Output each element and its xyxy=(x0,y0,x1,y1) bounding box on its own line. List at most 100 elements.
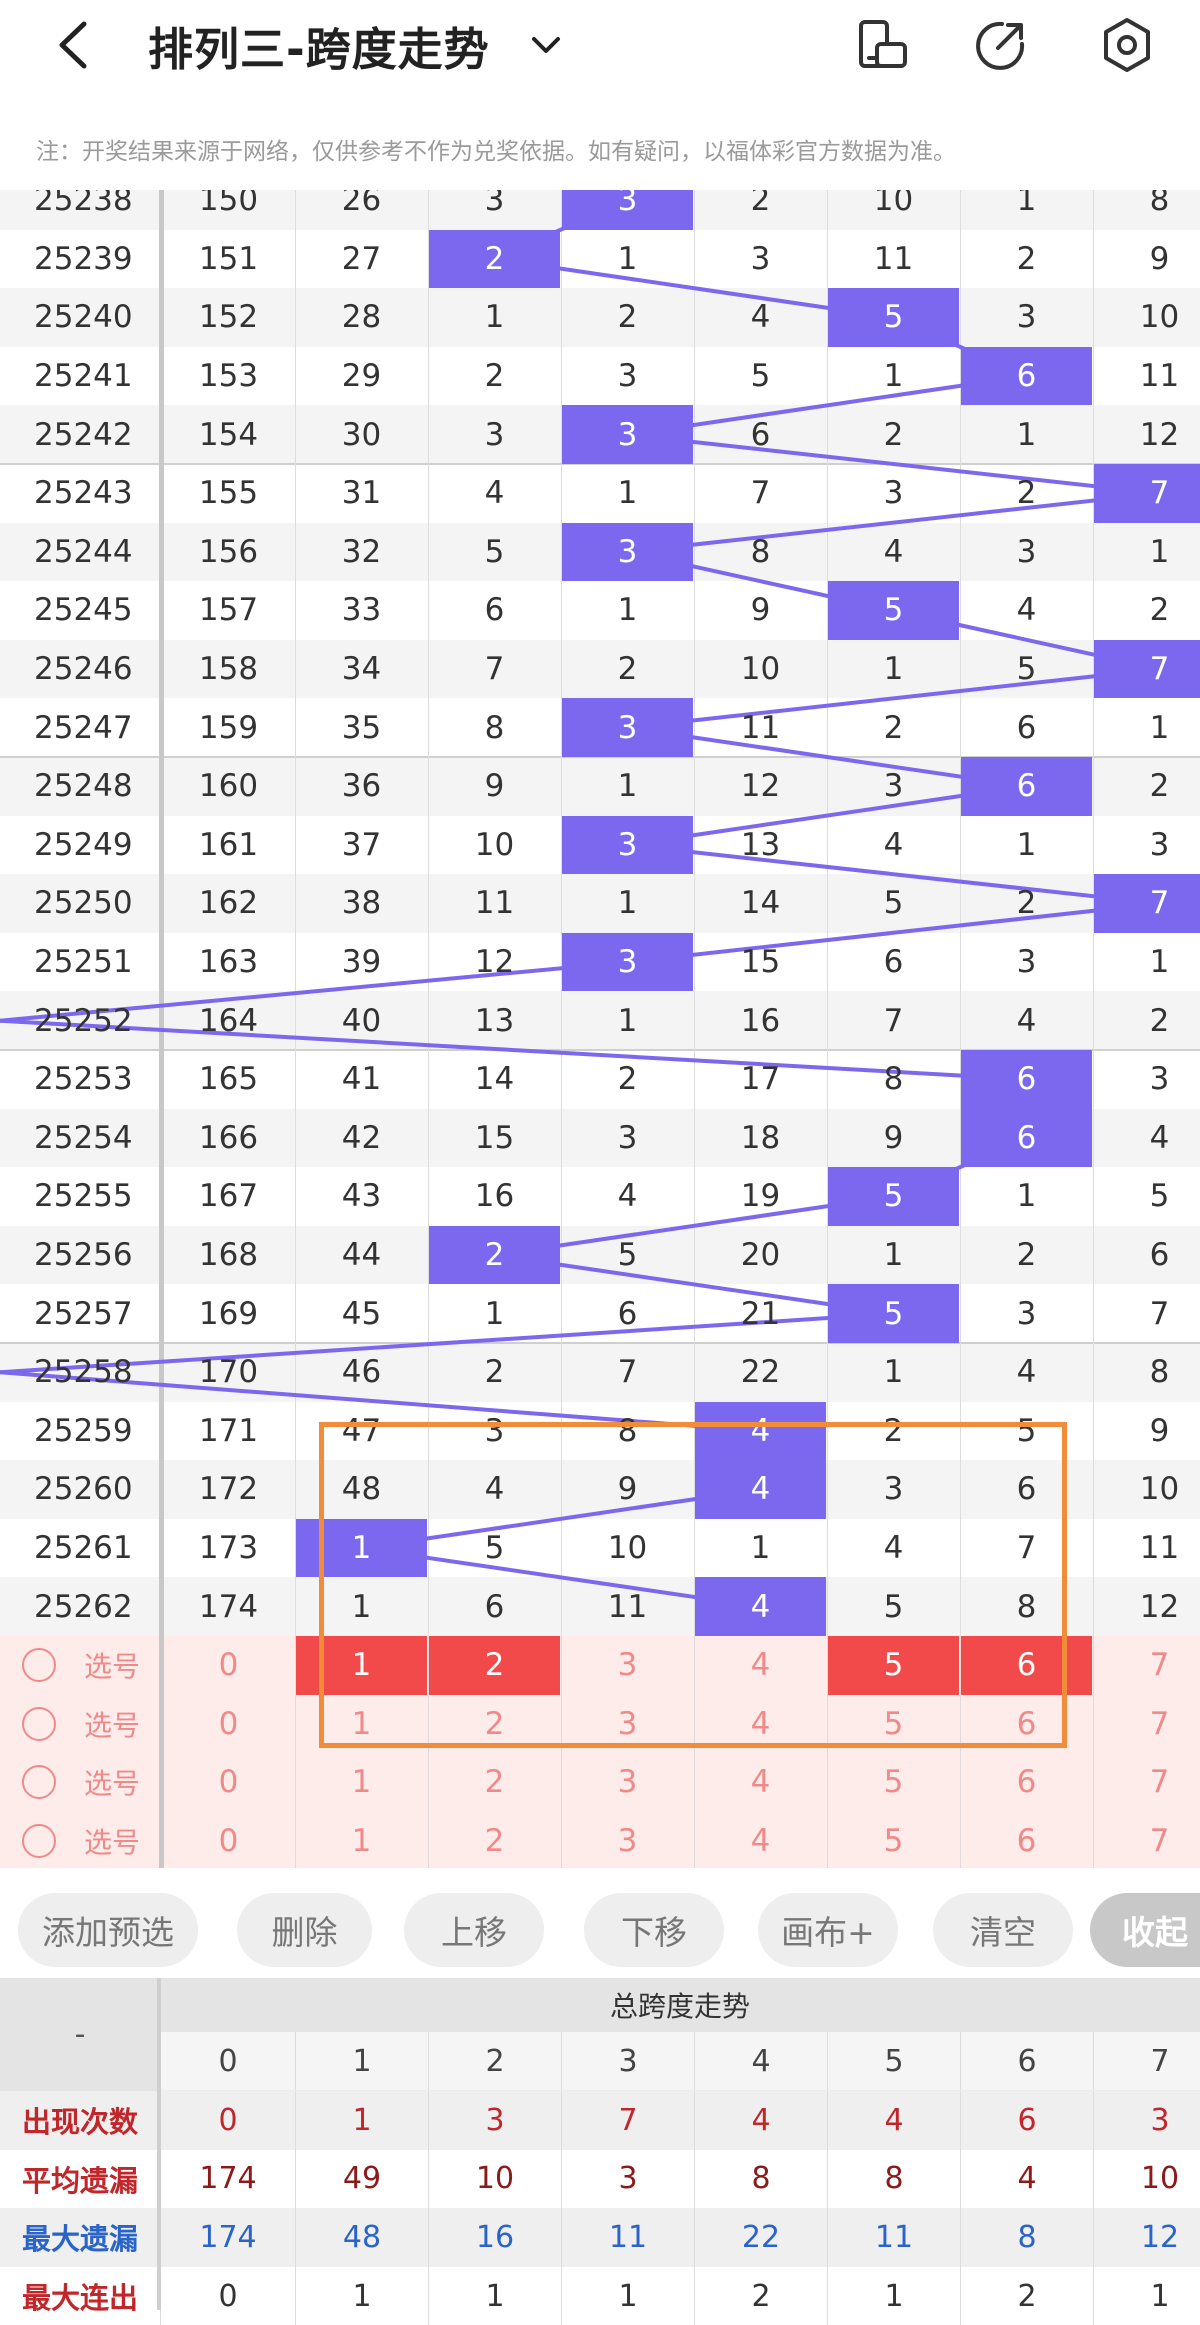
span-cell: 7 xyxy=(1093,464,1200,523)
select-number[interactable]: 7 xyxy=(1093,1695,1200,1754)
phone-rotate-button[interactable] xyxy=(853,16,911,74)
select-number[interactable]: 7 xyxy=(1093,1753,1200,1812)
cell-text: 2 xyxy=(617,651,638,688)
cell-text: 3 xyxy=(1016,533,1037,570)
select-number[interactable]: 4 xyxy=(694,1812,827,1868)
select-number[interactable]: 1 xyxy=(295,1753,428,1812)
span-cell: 6 xyxy=(960,347,1093,406)
cell-text: 165 xyxy=(198,1061,259,1098)
cell-text: 25251 xyxy=(34,944,133,981)
cell-text: 29 xyxy=(341,358,382,395)
select-radio[interactable] xyxy=(22,1765,56,1800)
span-cell: 6 xyxy=(1093,1226,1200,1285)
cell-text: 5 xyxy=(883,592,904,629)
cell-text: 25257 xyxy=(34,1295,133,1332)
select-radio[interactable] xyxy=(22,1648,56,1682)
span-cell: 15 xyxy=(694,933,827,992)
cell-text: 25239 xyxy=(34,240,133,277)
select-zero[interactable]: 0 xyxy=(162,1636,295,1695)
collapse-button[interactable]: 收起 xyxy=(1090,1893,1200,1967)
select-zero[interactable]: 0 xyxy=(162,1753,295,1812)
select-radio[interactable] xyxy=(22,1823,56,1858)
delete-button[interactable]: 删除 xyxy=(237,1893,372,1967)
cell-text: 1 xyxy=(617,1002,638,1039)
move-up-button[interactable]: 上移 xyxy=(404,1893,544,1967)
draw-index: 153 xyxy=(162,347,295,406)
span-cell: 5 xyxy=(1093,1167,1200,1226)
stats-column-header: 6 xyxy=(960,2032,1093,2090)
select-number[interactable]: 6 xyxy=(960,1812,1093,1868)
add-preselect-button[interactable]: 添加预选 xyxy=(18,1893,198,1967)
cell-text: 4 xyxy=(883,533,904,570)
select-radio[interactable] xyxy=(22,1706,56,1741)
cell-text: 13 xyxy=(740,826,781,863)
cell-text: 4 xyxy=(1016,592,1037,629)
select-number[interactable]: 2 xyxy=(428,1753,561,1812)
share-button[interactable] xyxy=(972,16,1030,74)
canvas-plus-button[interactable]: 画布+ xyxy=(758,1893,898,1967)
select-number[interactable]: 7 xyxy=(1093,1812,1200,1868)
draw-index: 161 xyxy=(162,816,295,875)
select-number[interactable]: 2 xyxy=(428,1812,561,1868)
span-cell: 44 xyxy=(295,1226,428,1285)
span-cell: 1 xyxy=(561,991,694,1050)
select-number[interactable]: 6 xyxy=(960,1753,1093,1812)
select-zero[interactable]: 0 xyxy=(162,1812,295,1868)
cell-text: 7 xyxy=(1149,885,1170,922)
cell-text: 2 xyxy=(1016,885,1037,922)
draw-index: 165 xyxy=(162,1050,295,1109)
span-cell: 5 xyxy=(827,581,960,640)
draw-index: 168 xyxy=(162,1226,295,1285)
span-cell: 4 xyxy=(827,816,960,875)
cell-text: 2 xyxy=(1149,768,1170,805)
cell-text: 3 xyxy=(1016,944,1037,981)
select-number[interactable]: 4 xyxy=(694,1753,827,1812)
back-button[interactable] xyxy=(52,14,96,76)
clear-button[interactable]: 清空 xyxy=(933,1893,1073,1967)
stats-label-divider xyxy=(157,1978,161,2310)
stats-value: 4 xyxy=(827,2091,960,2150)
title-dropdown[interactable]: 排列三-跨度走势 xyxy=(148,10,564,80)
cell-text: 31 xyxy=(341,475,382,512)
cell-text: 28 xyxy=(341,299,382,336)
draw-index: 163 xyxy=(162,933,295,992)
span-cell: 11 xyxy=(428,874,561,933)
select-number[interactable]: 3 xyxy=(561,1812,694,1868)
draw-index: 151 xyxy=(162,230,295,289)
share-icon xyxy=(976,21,1025,70)
cell-text: 9 xyxy=(750,592,771,629)
select-zero[interactable]: 0 xyxy=(162,1695,295,1754)
draw-index: 166 xyxy=(162,1109,295,1168)
select-number[interactable]: 7 xyxy=(1093,1636,1200,1695)
cell-text: 3 xyxy=(617,190,638,219)
select-number[interactable]: 5 xyxy=(827,1753,960,1812)
stats-value: 3 xyxy=(561,2149,694,2209)
cell-text: 5 xyxy=(883,885,904,922)
cell-text: 5 xyxy=(484,533,505,570)
move-down-button[interactable]: 下移 xyxy=(584,1893,724,1967)
select-number[interactable]: 5 xyxy=(827,1812,960,1868)
cell-text: 25246 xyxy=(34,651,133,688)
span-cell: 6 xyxy=(960,757,1093,816)
span-cell: 39 xyxy=(295,933,428,992)
span-cell: 1 xyxy=(827,1343,960,1402)
span-cell: 12 xyxy=(694,757,827,816)
stats-column-header: 2 xyxy=(428,2032,561,2090)
cell-text: 8 xyxy=(883,1061,904,1098)
cell-text: 4 xyxy=(1016,1002,1037,1039)
select-number[interactable]: 1 xyxy=(295,1812,428,1868)
cell-text: 1 xyxy=(1016,1178,1037,1215)
span-cell: 34 xyxy=(295,640,428,699)
span-cell: 18 xyxy=(694,1109,827,1168)
span-cell: 2 xyxy=(428,347,561,406)
cell-text: 4 xyxy=(1016,1354,1037,1391)
cell-text: 46 xyxy=(341,1354,382,1391)
cell-text: 3 xyxy=(484,190,505,219)
span-cell: 3 xyxy=(561,523,694,582)
cell-text: 1 xyxy=(1149,709,1170,746)
settings-button[interactable] xyxy=(1098,16,1156,74)
span-cell: 2 xyxy=(561,1050,694,1109)
cell-text: 3 xyxy=(750,240,771,277)
select-number[interactable]: 3 xyxy=(561,1753,694,1812)
span-cell: 2 xyxy=(1093,581,1200,640)
